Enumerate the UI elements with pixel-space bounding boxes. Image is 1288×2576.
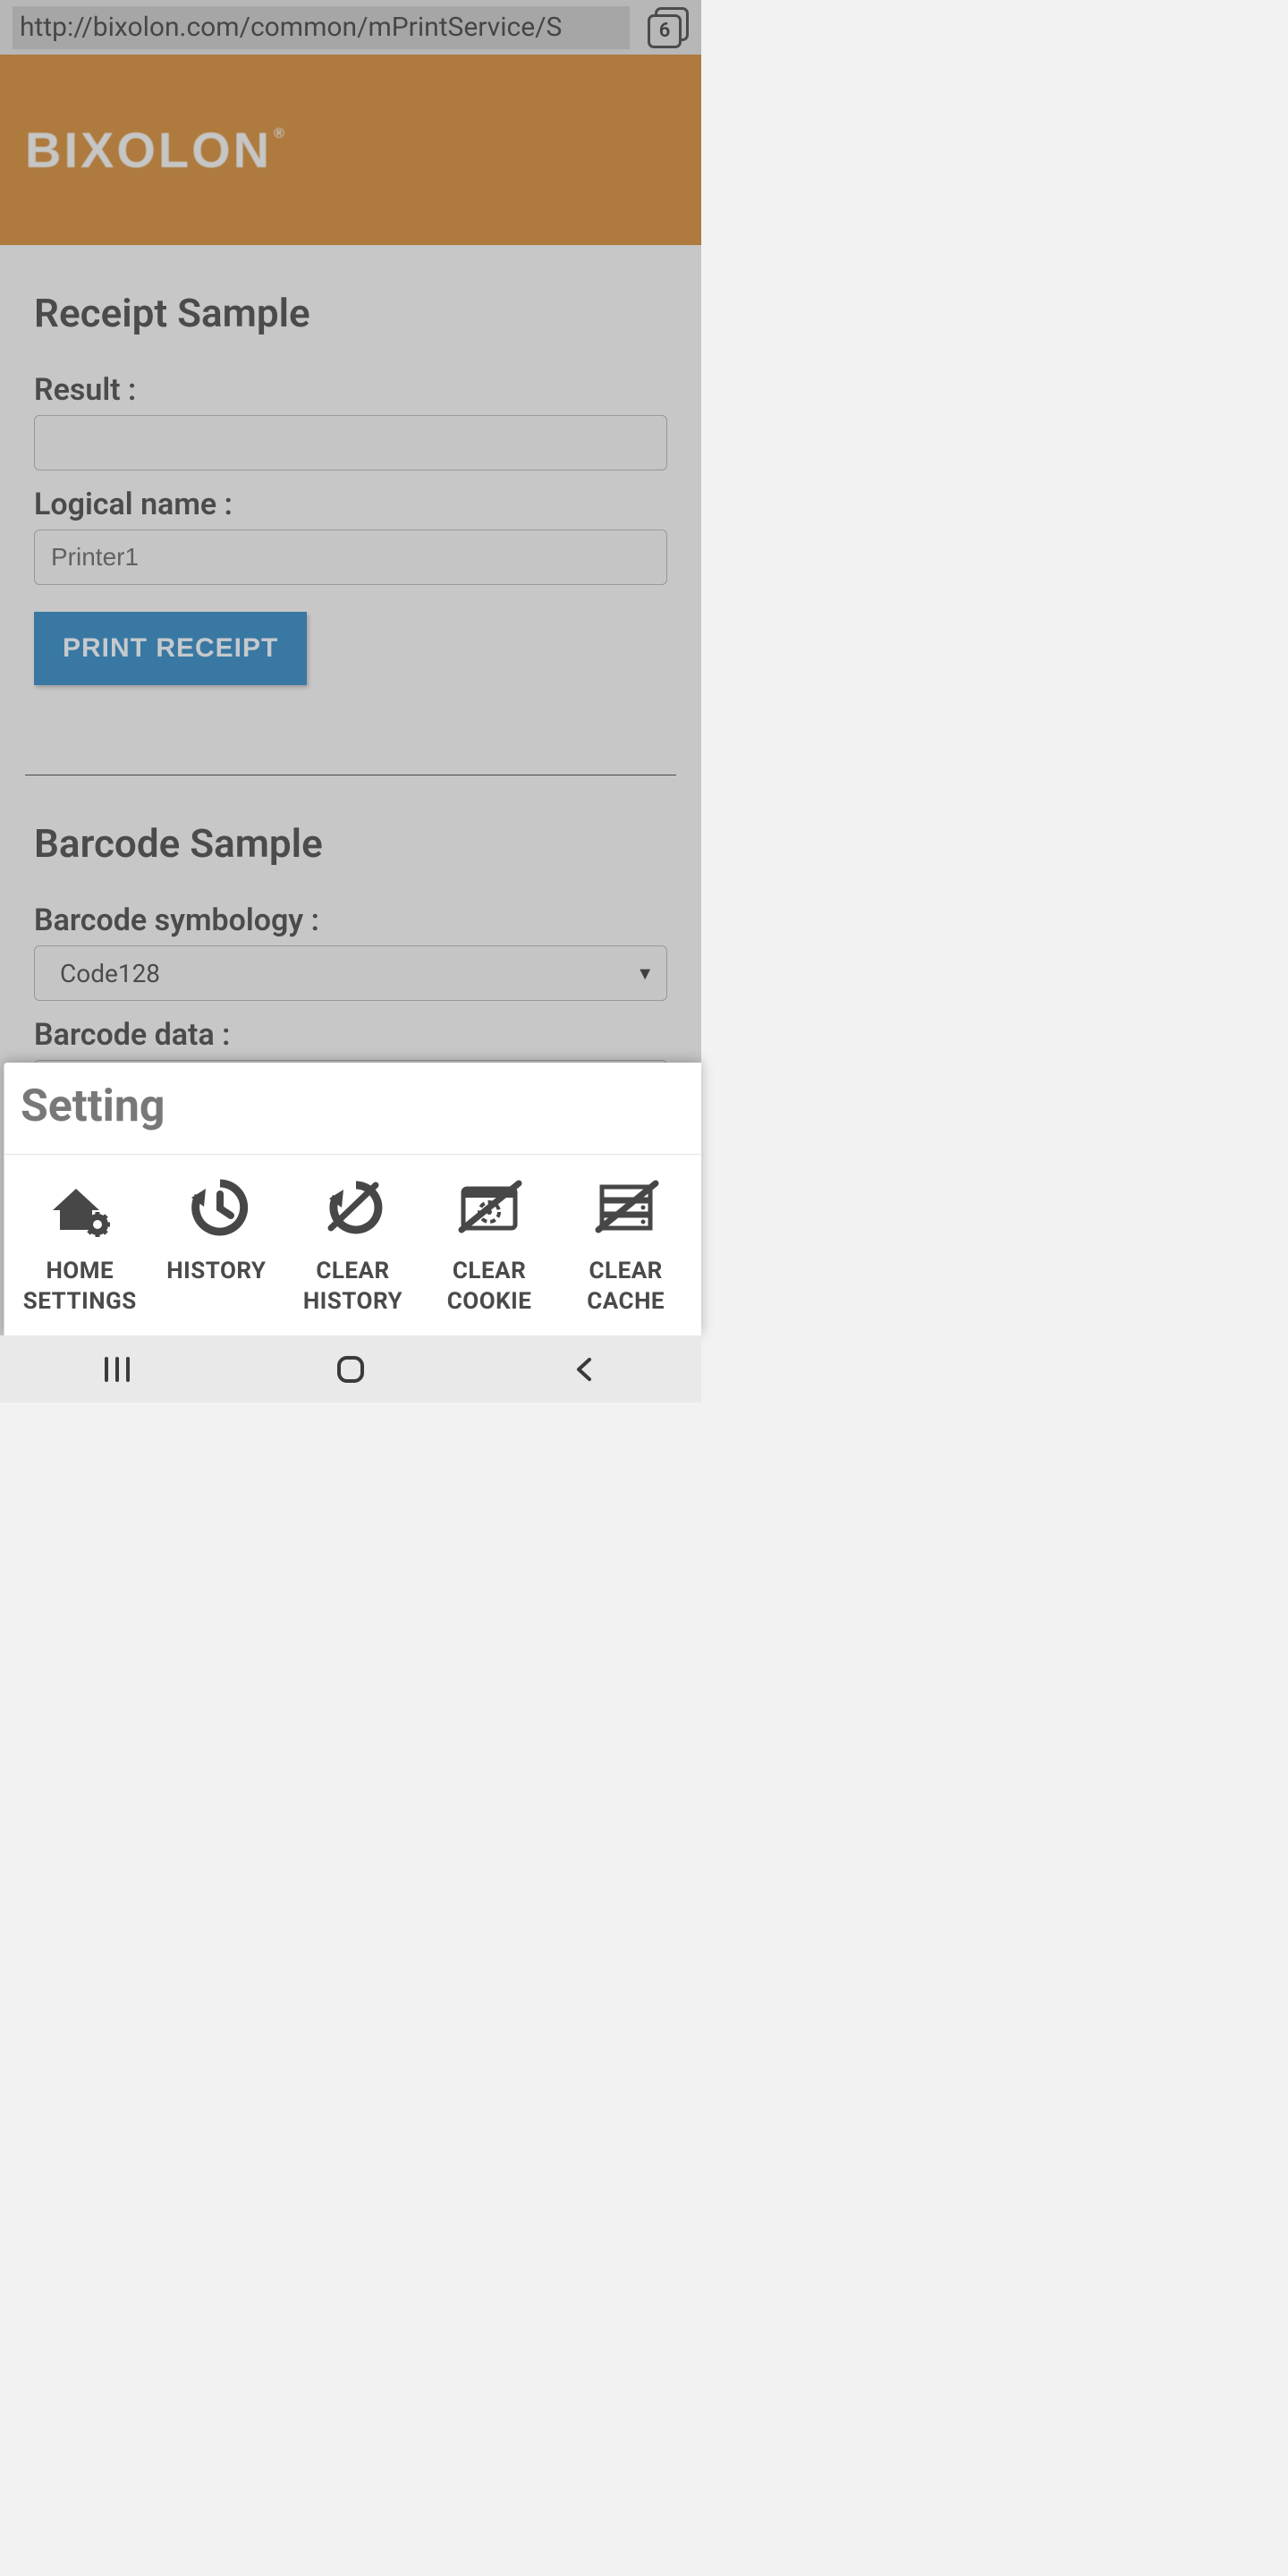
history-icon (178, 1174, 255, 1241)
tabs-icon-front: 6 (648, 14, 682, 48)
system-nav-bar (0, 1335, 701, 1402)
brand-logo: BIXOLON® (25, 121, 285, 179)
logical-name-input[interactable] (34, 530, 667, 585)
tabs-button[interactable]: 6 (648, 7, 689, 48)
url-text: http://bixolon.com/common/mPrintService/… (20, 12, 562, 43)
chevron-down-icon: ▼ (636, 962, 654, 985)
print-receipt-button[interactable]: PRINT RECEIPT (34, 612, 307, 685)
recents-icon (101, 1356, 133, 1383)
print-receipt-label: PRINT RECEIPT (63, 633, 278, 663)
clear-history-icon (314, 1174, 391, 1241)
result-input[interactable] (34, 415, 667, 470)
clear-history-button[interactable]: CLEAR HISTORY (284, 1174, 421, 1318)
sheet-actions-row: HOME SETTINGS HISTORY CLEAR HISTORY (4, 1155, 701, 1335)
back-button[interactable] (530, 1356, 638, 1383)
recents-button[interactable] (64, 1356, 171, 1383)
clear-cache-label: CLEAR CACHE (557, 1257, 694, 1318)
home-button[interactable] (297, 1354, 404, 1385)
result-label: Result : (34, 372, 667, 408)
back-icon (572, 1356, 597, 1383)
barcode-section-title: Barcode Sample (34, 820, 667, 867)
clear-cache-icon (588, 1174, 665, 1241)
brand-registered-mark: ® (274, 126, 287, 141)
sheet-title: Setting (4, 1063, 701, 1155)
barcode-data-label: Barcode data : (34, 1017, 667, 1053)
url-bar[interactable]: http://bixolon.com/common/mPrintService/… (13, 6, 630, 49)
home-settings-button[interactable]: HOME SETTINGS (12, 1174, 148, 1318)
settings-bottom-sheet: Setting (4, 1063, 701, 1335)
home-settings-label: HOME SETTINGS (12, 1257, 148, 1318)
barcode-symbology-select[interactable]: Code128 ▼ (34, 945, 667, 1001)
page-content: Receipt Sample Result : Logical name : P… (0, 290, 701, 1115)
barcode-symbology-label: Barcode symbology : (34, 902, 667, 938)
home-icon (335, 1354, 366, 1385)
brand-header: BIXOLON® (0, 55, 701, 245)
receipt-section-title: Receipt Sample (34, 290, 667, 336)
clear-history-label: CLEAR HISTORY (284, 1257, 421, 1318)
clear-cookie-button[interactable]: CLEAR COOKIE (421, 1174, 558, 1318)
brand-name: BIXOLON (25, 122, 272, 178)
clear-cookie-label: CLEAR COOKIE (421, 1257, 558, 1318)
logical-name-label: Logical name : (34, 487, 667, 522)
clear-cookie-icon (451, 1174, 528, 1241)
barcode-symbology-value: Code128 (60, 959, 160, 988)
clear-cache-button[interactable]: CLEAR CACHE (557, 1174, 694, 1318)
browser-top-bar: http://bixolon.com/common/mPrintService/… (0, 0, 701, 55)
history-label: HISTORY (166, 1257, 266, 1287)
home-gear-icon (41, 1174, 118, 1241)
history-button[interactable]: HISTORY (148, 1174, 285, 1318)
tab-count-value: 6 (659, 20, 671, 42)
